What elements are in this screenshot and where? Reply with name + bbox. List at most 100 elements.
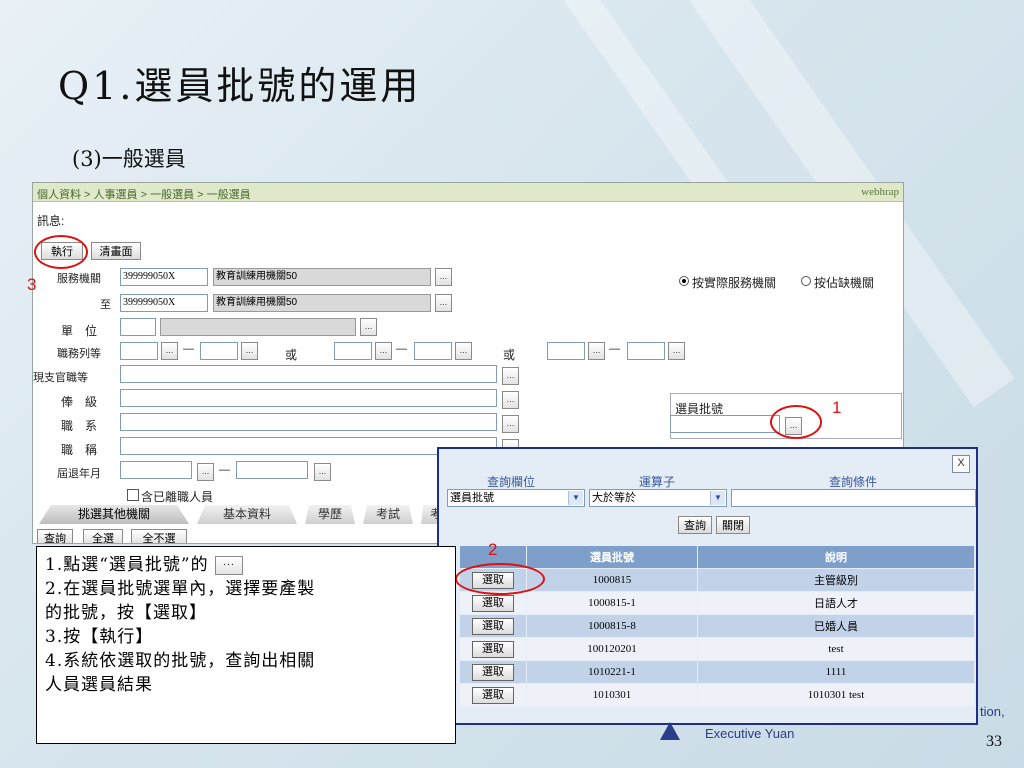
- radio-actual-org-label: 按實際服務機關: [692, 276, 777, 290]
- note-line-1-text: 1.點選“選員批號”的: [45, 555, 209, 575]
- table-cell-desc: test: [697, 637, 975, 661]
- table-header-desc: 說明: [697, 545, 975, 569]
- table-row: 選取 1010301 1010301 test: [459, 683, 975, 707]
- rank-from-input[interactable]: [120, 342, 158, 360]
- service-org-code-input[interactable]: 399999050X: [120, 268, 208, 286]
- series-input[interactable]: [120, 413, 497, 431]
- current-rank-input[interactable]: [120, 365, 497, 383]
- chevron-down-icon: ▼: [710, 491, 725, 505]
- pick-button[interactable]: 選取: [472, 640, 514, 658]
- rank2-from-lookup-button[interactable]: ...: [375, 342, 392, 360]
- table-cell-batch: 1000815-1: [526, 591, 698, 615]
- rank2-dash: —: [396, 343, 407, 355]
- job-title-label: 職 稱: [61, 443, 98, 457]
- pick-button[interactable]: 選取: [472, 663, 514, 681]
- table-cell-desc: 已婚人員: [697, 614, 975, 638]
- batch-input[interactable]: [670, 415, 780, 433]
- to-label: 至: [100, 299, 111, 311]
- radio-vacancy-org[interactable]: [801, 276, 811, 286]
- rank-label: 職務列等: [57, 348, 101, 360]
- rank3-to-lookup-button[interactable]: ...: [668, 342, 685, 360]
- col-operator-header: 運算子: [639, 475, 676, 489]
- table-cell-batch: 1000815: [526, 568, 698, 592]
- close-icon[interactable]: X: [952, 455, 970, 473]
- logo-text: Executive Yuan: [705, 726, 795, 741]
- rank-to-lookup-button[interactable]: ...: [241, 342, 258, 360]
- table-cell-batch: 100120201: [526, 637, 698, 661]
- service-org-lookup-button[interactable]: ...: [435, 268, 452, 286]
- to-org-name-field: 教育訓練用機關50: [213, 294, 431, 312]
- rank-from-lookup-button[interactable]: ...: [161, 342, 178, 360]
- table-cell-desc: 主管級別: [697, 568, 975, 592]
- table-cell-desc: 1111: [697, 660, 975, 684]
- rank3-to-input[interactable]: [627, 342, 665, 360]
- slide-subtitle: (3)一般選員: [72, 147, 186, 171]
- tab-education[interactable]: 學歷: [305, 505, 355, 524]
- rank3-from-input[interactable]: [547, 342, 585, 360]
- retire-from-input[interactable]: [120, 461, 192, 479]
- logo-mark-icon: [660, 722, 680, 740]
- note-line-1: 1.點選“選員批號”的 ...: [45, 553, 447, 577]
- table-header-batch: 選員批號: [526, 545, 698, 569]
- current-rank-label: 現支官職等: [33, 372, 88, 384]
- radio-vacancy-org-label: 按佔缺機關: [814, 276, 875, 290]
- salary-input[interactable]: [120, 389, 497, 407]
- col-field-header: 查詢欄位: [487, 475, 536, 489]
- table-cell-batch: 1010221-1: [526, 660, 698, 684]
- series-lookup-button[interactable]: ...: [502, 415, 519, 433]
- field-select[interactable]: 選員批號 ▼: [447, 489, 585, 507]
- pick-button[interactable]: 選取: [472, 686, 514, 704]
- operator-select[interactable]: 大於等於 ▼: [589, 489, 727, 507]
- select-none-button[interactable]: 全不選: [131, 529, 187, 543]
- annotation-marker-2: 2: [488, 540, 498, 559]
- salary-lookup-button[interactable]: ...: [502, 391, 519, 409]
- include-resigned-checkbox[interactable]: [127, 489, 139, 501]
- operator-select-value: 大於等於: [592, 492, 636, 504]
- popup-close-button[interactable]: 關閉: [716, 516, 750, 534]
- unit-code-input[interactable]: [120, 318, 156, 336]
- radio-actual-org[interactable]: [679, 276, 689, 286]
- tab-basic-info[interactable]: 基本資料: [197, 505, 297, 524]
- pick-button[interactable]: 選取: [472, 617, 514, 635]
- clear-button[interactable]: 清畫面: [91, 242, 141, 260]
- rank2-to-input[interactable]: [414, 342, 452, 360]
- note-line-6: 人員選員結果: [45, 675, 153, 695]
- ellipsis-button-icon: ...: [215, 556, 244, 575]
- note-line-4: 3.按【執行】: [45, 627, 154, 647]
- tab-other-orgs[interactable]: 挑選其他機關: [39, 505, 189, 524]
- popup-query-button[interactable]: 查詢: [678, 516, 712, 534]
- note-line-5: 4.系統依選取的批號，查詢出相關: [45, 651, 316, 671]
- slide-title: Q1.選員批號的運用: [58, 64, 422, 108]
- highlight-circle-pick: [455, 563, 545, 595]
- rank2-from-input[interactable]: [334, 342, 372, 360]
- retire-to-input[interactable]: [236, 461, 308, 479]
- rank-to-input[interactable]: [200, 342, 238, 360]
- table-cell-batch: 1000815-8: [526, 614, 698, 638]
- retire-label: 屆退年月: [57, 468, 101, 480]
- query-button[interactable]: 查詢: [37, 529, 73, 543]
- to-org-lookup-button[interactable]: ...: [435, 294, 452, 312]
- table-row: 選取 1000815-1 日語人才: [459, 591, 975, 615]
- rank2-to-lookup-button[interactable]: ...: [455, 342, 472, 360]
- salary-label: 俸 級: [61, 395, 98, 409]
- service-org-label: 服務機關: [57, 273, 101, 285]
- page-number: 33: [986, 733, 1002, 750]
- to-org-code-input[interactable]: 399999050X: [120, 294, 208, 312]
- unit-lookup-button[interactable]: ...: [360, 318, 377, 336]
- current-rank-lookup-button[interactable]: ...: [502, 367, 519, 385]
- select-all-button[interactable]: 全選: [83, 529, 123, 543]
- tab-exam[interactable]: 考試: [363, 505, 413, 524]
- rank3-from-lookup-button[interactable]: ...: [588, 342, 605, 360]
- breadcrumb[interactable]: 個人資料 > 人事選員 > 一般選員 > 一般選員: [37, 186, 251, 202]
- retire-dash: —: [219, 464, 230, 476]
- condition-input[interactable]: [731, 489, 976, 507]
- or-label-2: 或: [503, 348, 516, 362]
- col-condition-header: 查詢條件: [829, 475, 878, 489]
- pick-button[interactable]: 選取: [472, 594, 514, 612]
- include-resigned-label: 含已離職人員: [141, 490, 214, 504]
- retire-from-lookup-button[interactable]: ...: [197, 463, 214, 481]
- retire-to-lookup-button[interactable]: ...: [314, 463, 331, 481]
- table-cell-batch: 1010301: [526, 683, 698, 707]
- or-label: 或: [285, 348, 298, 362]
- unit-label: 單 位: [61, 324, 98, 338]
